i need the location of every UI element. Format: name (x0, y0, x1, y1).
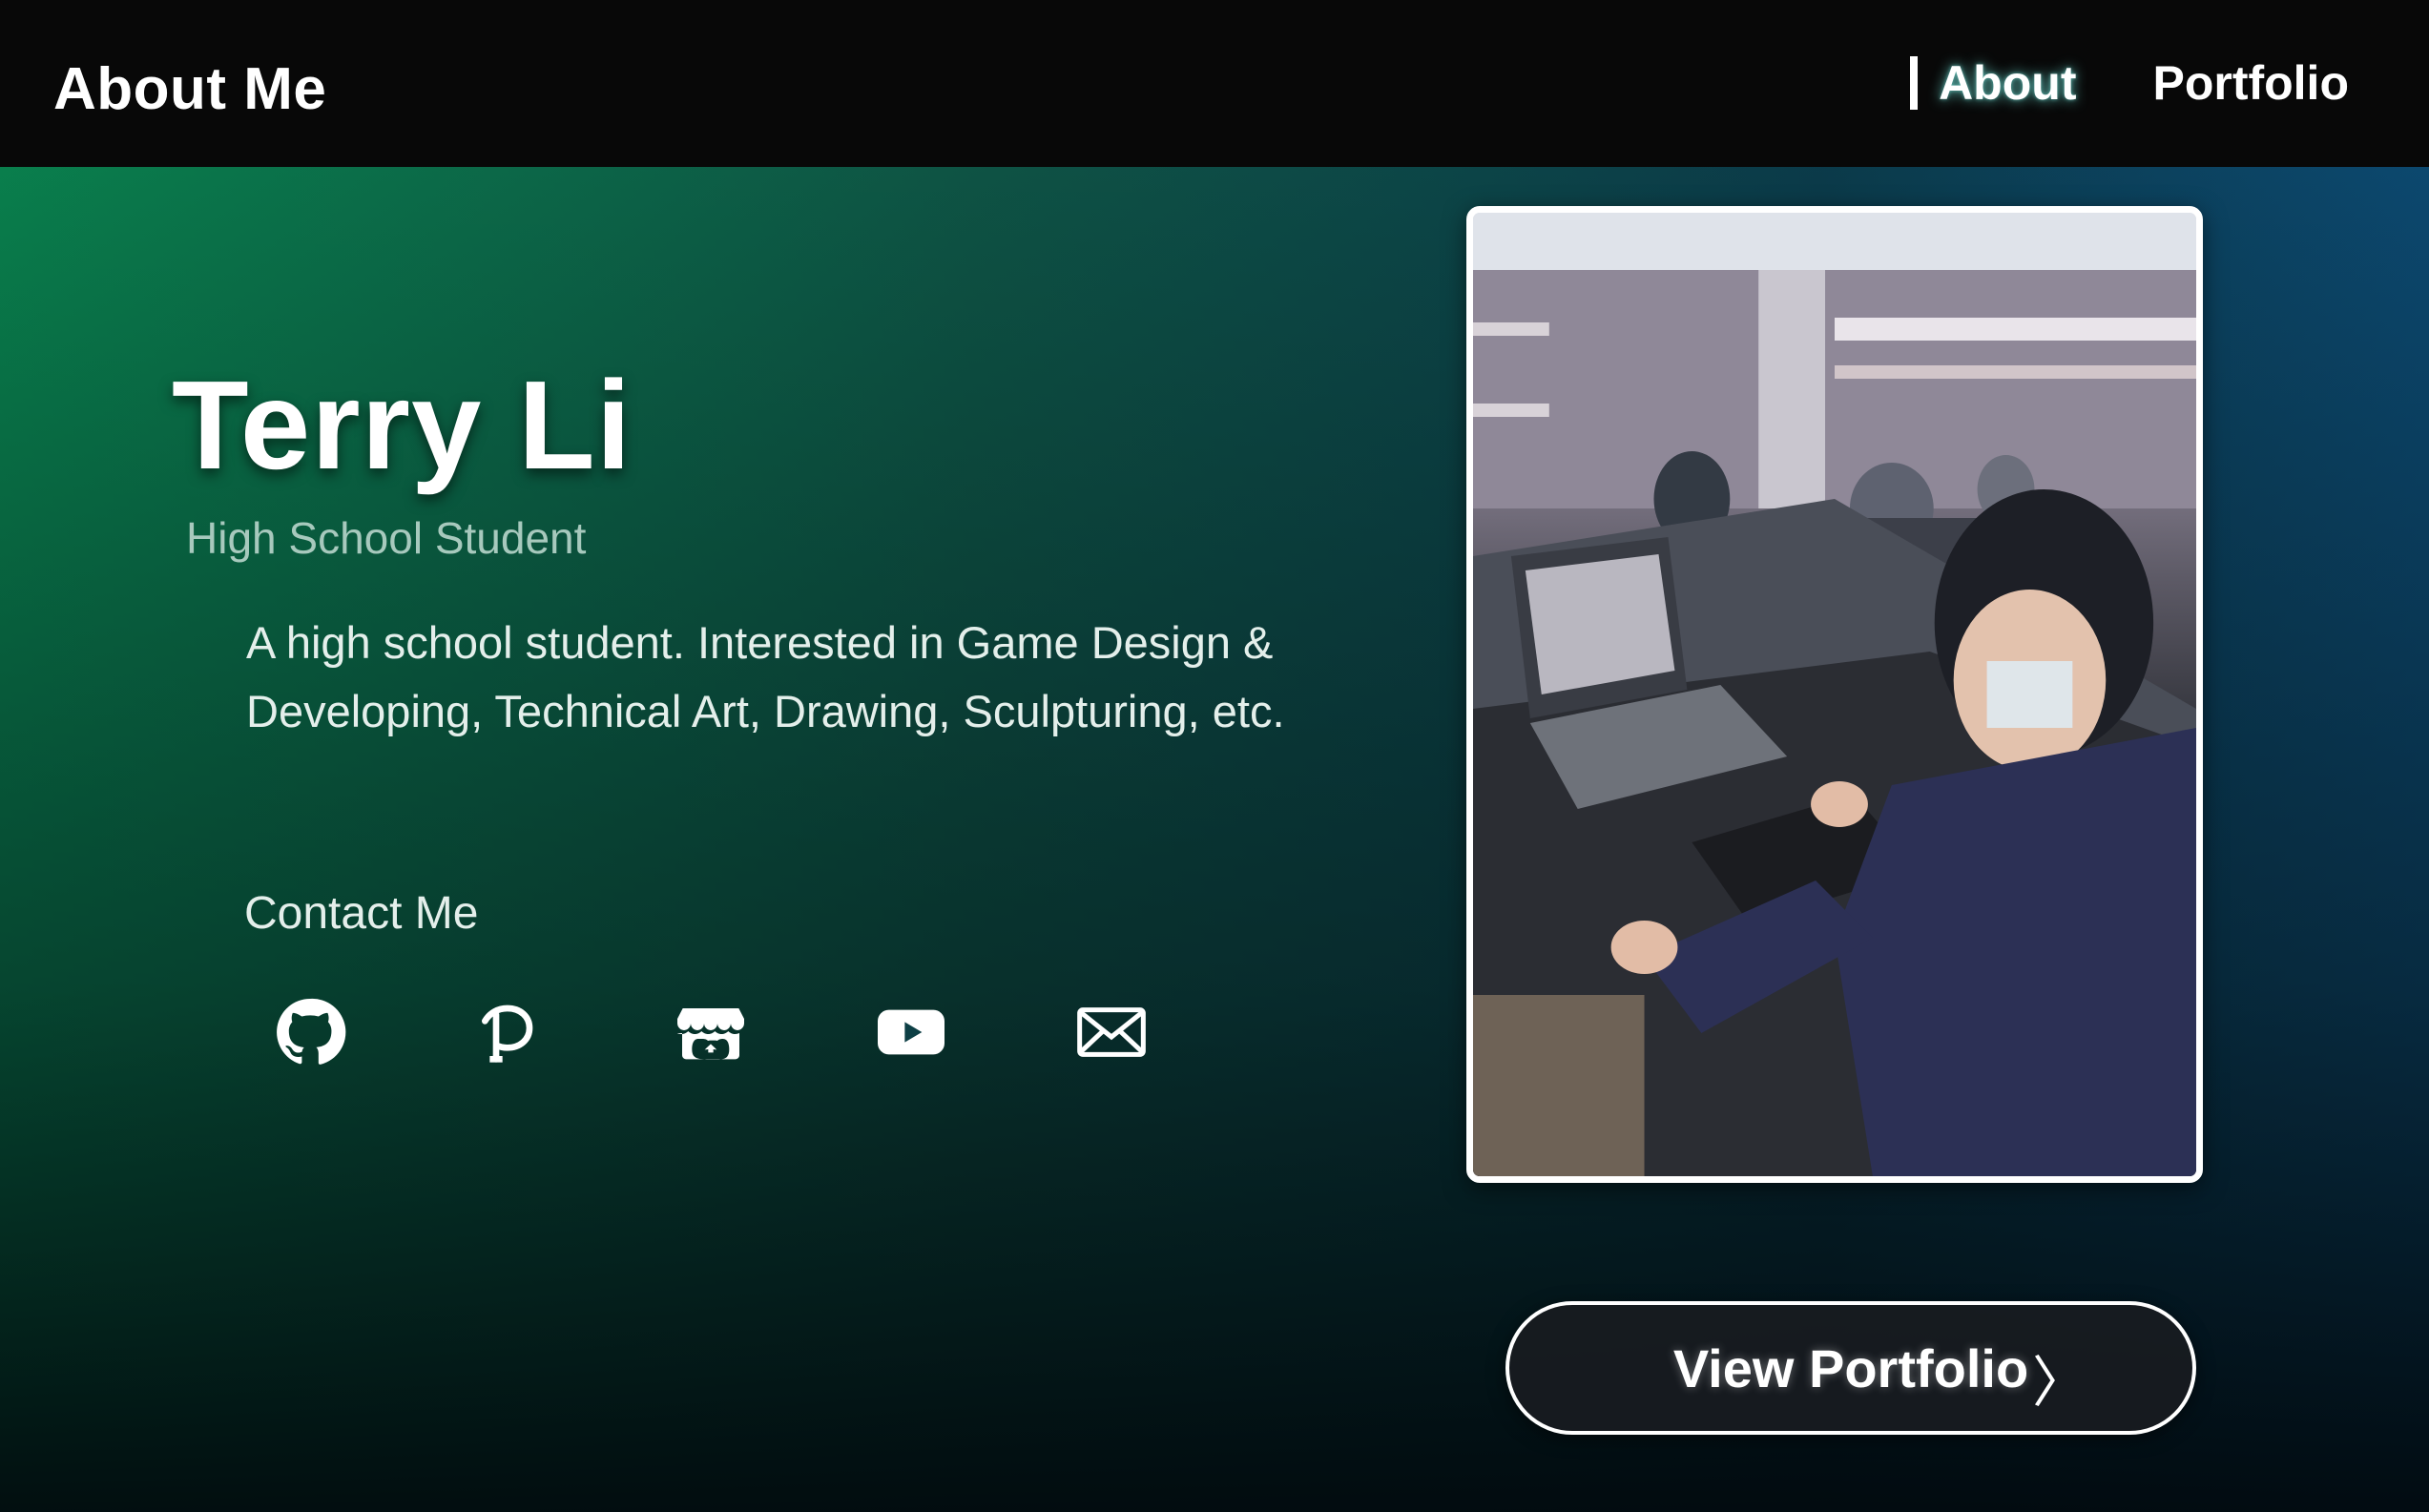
main-nav: About Portfolio (1910, 55, 2349, 111)
profile-photo-illustration (1473, 213, 2196, 1176)
top-navbar: About Me About Portfolio (0, 0, 2429, 167)
view-portfolio-button[interactable]: View Portfolio 〉 (1505, 1301, 2196, 1435)
view-portfolio-label: View Portfolio (1672, 1337, 2029, 1398)
profile-bio: A high school student. Interested in Gam… (246, 609, 1391, 746)
profile-role: High School Student (186, 513, 587, 563)
contact-icons (272, 994, 1150, 1070)
itchio-icon[interactable] (673, 994, 749, 1070)
nav-item-about-label: About (1939, 56, 2077, 110)
nav-item-portfolio-label: Portfolio (2152, 56, 2349, 110)
nav-item-portfolio[interactable]: Portfolio (2152, 55, 2349, 111)
youtube-icon[interactable] (873, 994, 949, 1070)
profile-photo (1466, 206, 2203, 1183)
active-indicator (1910, 56, 1919, 110)
github-icon[interactable] (272, 994, 348, 1070)
pixiv-icon[interactable] (472, 994, 549, 1070)
nav-item-about[interactable]: About (1910, 55, 2076, 111)
bio-line-2: Developing, Technical Art, Drawing, Scul… (246, 686, 1285, 736)
site-title: About Me (53, 56, 327, 122)
bio-line-1: A high school student. Interested in Gam… (246, 617, 1274, 668)
chevron-right-icon: 〉 (2031, 1352, 2087, 1414)
profile-name: Terry Li (172, 355, 633, 495)
email-icon[interactable] (1073, 994, 1150, 1070)
contact-heading: Contact Me (244, 888, 479, 939)
